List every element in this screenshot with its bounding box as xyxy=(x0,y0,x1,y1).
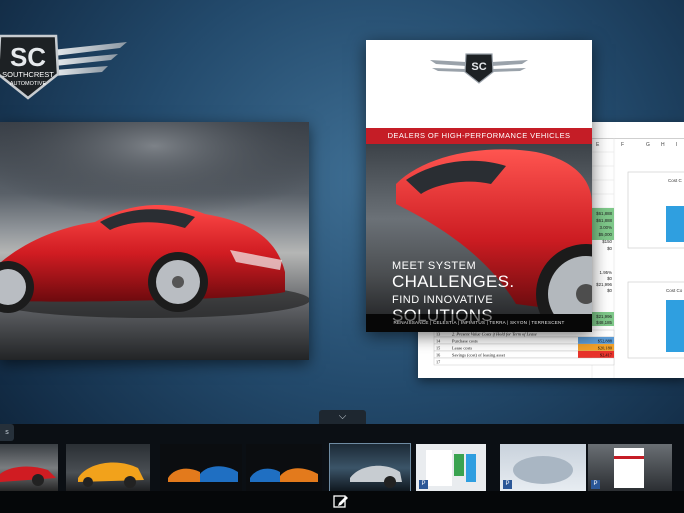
word-file-badge: P xyxy=(591,480,600,489)
logo-name-line1: SOUTHCREST xyxy=(2,70,54,79)
row-16-num: 16 xyxy=(436,353,440,358)
brochure-logo: SC xyxy=(430,53,528,84)
red-sports-car-illustration xyxy=(0,122,309,318)
thumbnail-orange-car[interactable] xyxy=(66,444,150,492)
sheet-value-9: $21,996 xyxy=(596,282,612,287)
thumbnail-silver-car-image xyxy=(350,465,402,488)
hero-car-image[interactable] xyxy=(0,122,309,360)
sheet-value-4: $5,000 xyxy=(599,232,613,237)
southcrest-logo: SC SOUTHCREST AUTOMOTIVE xyxy=(0,34,127,100)
sheet-value-3: 3.00% xyxy=(600,225,613,230)
thumbnail-red-car[interactable] xyxy=(0,444,58,492)
excel-file-badge: P xyxy=(419,480,428,489)
sheet-value-1: $61,888 xyxy=(596,211,612,216)
row-14-label: Purchase costs xyxy=(452,339,478,344)
sheet-value-6: $0 xyxy=(607,246,612,251)
col-header-g: G xyxy=(646,142,650,148)
row-15-label: Lease costs xyxy=(452,346,472,351)
sheet-value-11: $21,996 xyxy=(596,314,612,319)
sheet-value-7: 1.95% xyxy=(600,270,613,275)
thumbnail-brochure-image xyxy=(614,448,644,488)
thumbnail-cars-lineup-image xyxy=(250,468,318,482)
row-13-label: 2. Present Value Costs if Hold for Term … xyxy=(452,332,537,337)
row-15-num: 15 xyxy=(436,346,440,351)
embedded-chart-1-title: Cost C xyxy=(668,178,683,183)
col-header-h: H xyxy=(661,142,665,148)
brochure-headline-2: CHALLENGES. xyxy=(392,272,515,291)
thumbnail-presentation-image xyxy=(513,456,573,484)
thumbnail-presentation[interactable]: P xyxy=(500,444,586,492)
brochure-headline-1: MEET SYSTEM xyxy=(392,260,477,272)
thumbnail-silver-car-selected[interactable] xyxy=(329,443,411,493)
edit-icon[interactable] xyxy=(333,493,349,509)
embedded-chart-2-title: Cost Co xyxy=(666,288,683,293)
brochure-tagline: DEALERS OF HIGH-PERFORMANCE VEHICLES xyxy=(366,128,592,144)
thumbnail-spreadsheet[interactable]: P xyxy=(416,444,486,492)
col-header-e: E xyxy=(596,142,600,148)
thumbnail-brochure[interactable]: P xyxy=(588,444,672,492)
sheet-value-10: $0 xyxy=(607,288,612,293)
sheet-value-2: $61,888 xyxy=(596,218,612,223)
logo-name-line2: AUTOMOTIVE xyxy=(10,81,47,87)
powerpoint-file-badge: P xyxy=(503,480,512,489)
row-13-num: 13 xyxy=(436,332,440,337)
row-16-label: Savings (cost) of leasing asset xyxy=(452,353,506,358)
brochure-logo-initials: SC xyxy=(471,61,486,73)
logo-initials: SC xyxy=(10,42,46,72)
col-header-f: F xyxy=(621,142,624,148)
row-17-num: 17 xyxy=(436,360,440,365)
sheet-value-8: $0 xyxy=(607,276,612,281)
thumbnail-two-cars[interactable] xyxy=(160,444,242,492)
brochure-document[interactable]: SC DEALERS OF HIGH-PERFORMANCE VEHICLES … xyxy=(366,40,592,332)
filmstrip-scroll-left-button[interactable]: s xyxy=(0,424,14,441)
filmstrip-collapse-toggle[interactable]: ⌵ xyxy=(319,410,366,424)
brochure-model-list: RENAISSANCE | CELESTIA | INFINITUS | TER… xyxy=(366,314,592,332)
thumbnail-two-cars-image xyxy=(168,466,238,482)
brochure-car-photo: MEET SYSTEM CHALLENGES. FIND INNOVATIVE … xyxy=(366,144,592,332)
thumbnail-orange-car-image xyxy=(78,462,144,488)
sheet-value-12: $48,185 xyxy=(596,320,612,325)
thumbnail-red-car-image xyxy=(0,466,56,486)
sheet-value-5: $150 xyxy=(602,239,612,244)
brochure-headline-3: FIND INNOVATIVE xyxy=(392,294,494,306)
col-header-i: I xyxy=(676,142,677,148)
thumbnail-cars-lineup[interactable] xyxy=(246,444,322,492)
